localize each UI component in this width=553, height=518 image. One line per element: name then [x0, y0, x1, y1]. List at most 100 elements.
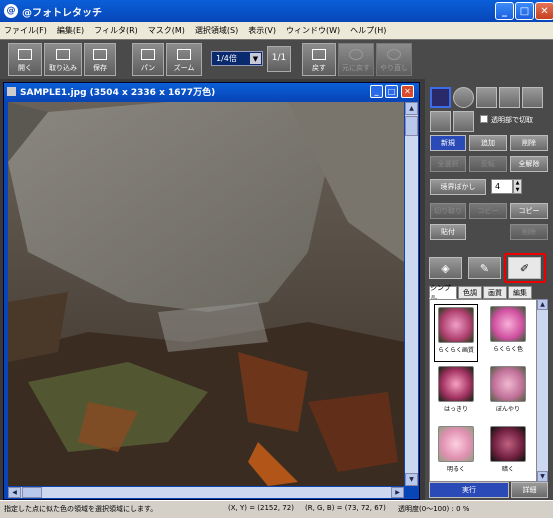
- import-button[interactable]: 取り込み: [44, 43, 82, 76]
- preset-easy-quality[interactable]: らくらく画質: [434, 304, 478, 362]
- scroll-right-icon[interactable]: ▶: [391, 487, 404, 498]
- file-icon: [7, 87, 16, 96]
- preset-thumb: [438, 426, 474, 462]
- preset-thumb: [490, 366, 526, 402]
- preset-bright[interactable]: 明るく: [434, 424, 478, 482]
- status-rgb: (R, G, B) = (73, 72, 67): [305, 504, 386, 512]
- feather-stepper[interactable]: ▲ ▼: [513, 179, 522, 194]
- select-all-button[interactable]: 全選択: [430, 156, 466, 172]
- preset-sharp[interactable]: はっきり: [434, 364, 478, 422]
- zoom-button[interactable]: ズーム: [166, 43, 202, 76]
- vertical-scrollbar[interactable]: ▲ ▼: [405, 102, 418, 486]
- ellipse-select-icon[interactable]: [453, 87, 474, 108]
- close-button[interactable]: ✕: [535, 2, 553, 20]
- chevron-down-icon[interactable]: ▼: [250, 53, 261, 64]
- minimize-button[interactable]: _: [495, 2, 514, 20]
- new-selection-button[interactable]: 新規: [430, 135, 466, 151]
- copy2-button[interactable]: コピー: [510, 203, 548, 219]
- status-hint: 指定した点に似た色の領域を選択領域にします。: [4, 505, 158, 513]
- menu-filter[interactable]: フィルタ(R): [94, 25, 138, 36]
- preset-dark[interactable]: 暗く: [486, 424, 530, 482]
- execute-button[interactable]: 実行: [429, 482, 509, 498]
- menu-edit[interactable]: 編集(E): [57, 25, 84, 36]
- menu-bar: ファイル(F) 編集(E) フィルタ(R) マスク(M) 選択領域(S) 表示(…: [0, 22, 553, 39]
- menu-window[interactable]: ウィンドウ(W): [286, 25, 340, 36]
- preset-easy-color[interactable]: らくらく色: [486, 304, 530, 362]
- tab-color[interactable]: 色調: [458, 286, 482, 299]
- magic-wand-icon[interactable]: [430, 111, 451, 132]
- freeform-select-icon[interactable]: [499, 87, 520, 108]
- tab-retouch[interactable]: ✎: [468, 257, 501, 279]
- status-opacity: 透明度(0〜100) : 0 %: [398, 505, 470, 513]
- menu-mask[interactable]: マスク(M): [148, 25, 185, 36]
- restore-button[interactable]: 戻す: [302, 43, 336, 76]
- image-canvas[interactable]: [8, 102, 404, 486]
- tab-selection[interactable]: ◈: [429, 257, 462, 279]
- add-selection-button[interactable]: 追加: [469, 135, 507, 151]
- deselect-all-button[interactable]: 全解除: [510, 156, 548, 172]
- document-window: SAMPLE1.jpg (3504 x 2336 x 1677万色) _ □ ✕…: [3, 82, 420, 500]
- transparent-cut-checkbox[interactable]: [480, 115, 488, 123]
- undo-icon: [349, 49, 363, 60]
- preset-thumb: [490, 426, 526, 462]
- app-title-bar: @ @フォトレタッチ _ □ ✕: [0, 0, 553, 22]
- save-icon: [93, 49, 107, 60]
- actual-size-button[interactable]: 1/1: [267, 46, 291, 72]
- preset-scrollbar[interactable]: ▲ ▼: [537, 299, 548, 482]
- retouch-tab-icon: ✎: [479, 261, 490, 275]
- feather-button[interactable]: 境界ぼかし: [430, 179, 486, 195]
- paste-button[interactable]: 貼付: [430, 224, 466, 240]
- tab-edit[interactable]: 編集: [508, 286, 532, 299]
- magic-wand-plus-icon[interactable]: [453, 111, 474, 132]
- menu-help[interactable]: ヘルプ(H): [350, 25, 386, 36]
- feather-input[interactable]: 4: [491, 179, 513, 194]
- copy-button[interactable]: コピー: [469, 203, 507, 219]
- detail-button[interactable]: 詳細: [511, 482, 548, 498]
- preset-thumb: [438, 366, 474, 402]
- horizontal-scrollbar[interactable]: ◀ ▶: [8, 487, 404, 498]
- rect-select-icon[interactable]: [430, 87, 451, 108]
- restore-icon: [312, 49, 326, 60]
- redo-button[interactable]: やり直し: [376, 43, 412, 76]
- save-button[interactable]: 保存: [84, 43, 116, 76]
- polygon-select-icon[interactable]: [476, 87, 497, 108]
- doc-minimize-button[interactable]: _: [370, 85, 383, 98]
- delete2-button[interactable]: 削除: [510, 224, 548, 240]
- status-bar: 指定した点に似た色の領域を選択領域にします。 (X, Y) = (2152, 7…: [0, 500, 553, 518]
- maximize-button[interactable]: □: [515, 2, 534, 20]
- scroll-up-icon[interactable]: ▲: [537, 299, 548, 310]
- invert-button[interactable]: 反転: [469, 156, 507, 172]
- menu-view[interactable]: 表示(V): [248, 25, 276, 36]
- menu-file[interactable]: ファイル(F): [4, 25, 47, 36]
- horizontal-scroll-thumb[interactable]: [22, 487, 42, 498]
- pan-button[interactable]: パン: [132, 43, 164, 76]
- import-icon: [56, 49, 70, 60]
- tab-simple[interactable]: シンプル: [429, 284, 457, 302]
- highlight-box: [504, 253, 546, 283]
- menu-selection[interactable]: 選択領域(S): [195, 25, 238, 36]
- preset-thumb: [490, 306, 526, 342]
- open-button[interactable]: 開く: [8, 43, 42, 76]
- document-title-bar: SAMPLE1.jpg (3504 x 2336 x 1677万色) _ □ ✕: [4, 83, 419, 100]
- scroll-up-icon[interactable]: ▲: [405, 102, 418, 115]
- vertical-scroll-thumb[interactable]: [405, 116, 418, 136]
- document-title: SAMPLE1.jpg (3504 x 2336 x 1677万色): [20, 88, 216, 98]
- zoom-select[interactable]: 1/4倍 ▼: [211, 51, 263, 66]
- photo-image: [8, 102, 404, 486]
- delete-selection-button[interactable]: 削除: [510, 135, 548, 151]
- app-title: @フォトレタッチ: [22, 7, 102, 19]
- tool-panel: 透明部で切取 新規 追加 削除 全選択 反転 全解除 境界ぼかし 4 ▲ ▼ 切り…: [425, 79, 553, 500]
- cut-button[interactable]: 切り取り: [430, 203, 466, 219]
- undo-button[interactable]: 元に戻す: [338, 43, 374, 76]
- pan-icon: [141, 49, 155, 60]
- scroll-down-icon[interactable]: ▼: [405, 473, 418, 486]
- doc-maximize-button[interactable]: □: [385, 85, 398, 98]
- scroll-down-icon[interactable]: ▼: [537, 471, 548, 482]
- zoom-icon: [177, 49, 191, 60]
- scroll-left-icon[interactable]: ◀: [8, 487, 21, 498]
- curve-select-icon[interactable]: [522, 87, 543, 108]
- doc-close-button[interactable]: ✕: [401, 85, 414, 98]
- tab-quality[interactable]: 画質: [483, 286, 507, 299]
- preset-soft[interactable]: ぼんやり: [486, 364, 530, 422]
- main-toolbar: 開く 取り込み 保存 パン ズーム 1/4倍 ▼ 1/1 戻す 元に戻す やり直し: [0, 39, 553, 79]
